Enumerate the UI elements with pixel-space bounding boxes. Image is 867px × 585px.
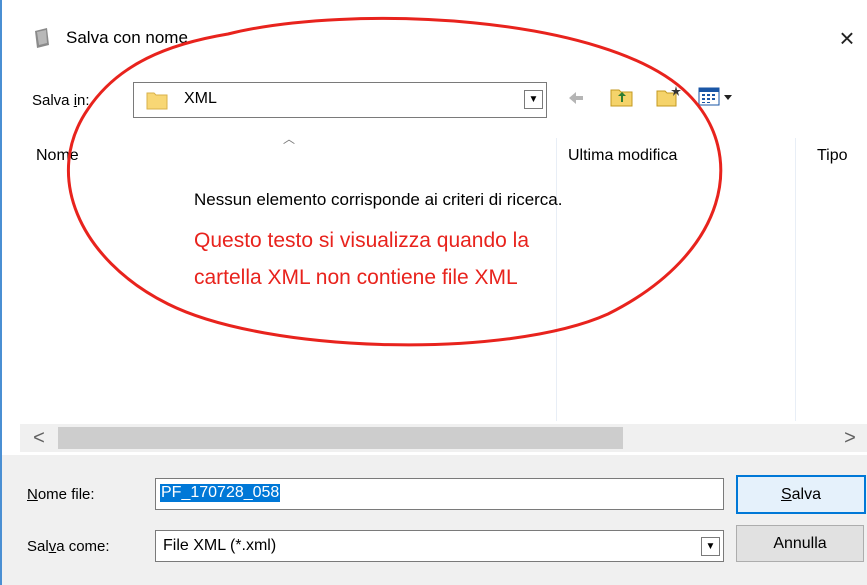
scroll-right-arrow[interactable]: >	[833, 424, 867, 452]
scroll-left-arrow[interactable]: <	[22, 424, 56, 452]
filename-input[interactable]: PF_170728_058	[155, 478, 724, 510]
annotation-ellipse	[66, 16, 723, 347]
save-as-type-dropdown-arrow[interactable]: ▼	[701, 537, 720, 556]
cancel-button[interactable]: Annulla	[736, 525, 864, 562]
save-as-type-select[interactable]: File XML (*.xml) ▼	[155, 530, 724, 562]
save-button[interactable]: Salva	[736, 475, 866, 514]
close-button[interactable]: ×	[830, 18, 864, 58]
filename-value: PF_170728_058	[160, 484, 281, 502]
save-as-type-label: Salva come:	[27, 538, 110, 555]
filename-label: Nome file:	[27, 486, 95, 503]
save-as-type-value: File XML (*.xml)	[163, 537, 277, 554]
scrollbar-thumb[interactable]	[58, 427, 623, 449]
column-separator	[795, 138, 796, 421]
column-header-type[interactable]: Tipo	[817, 147, 848, 165]
